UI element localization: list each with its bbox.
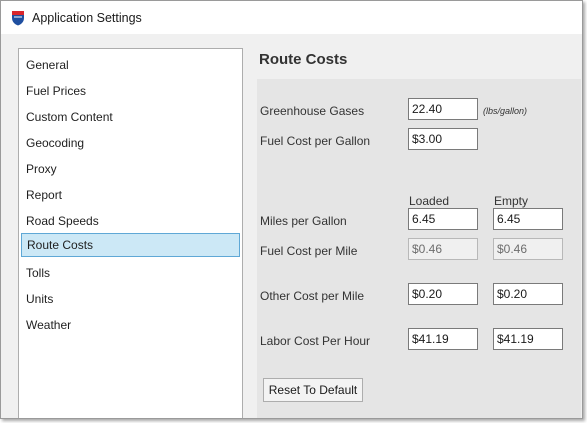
miles-per-gallon-label: Miles per Gallon <box>260 214 347 228</box>
loaded-column-header: Loaded <box>409 194 450 208</box>
labor-cost-loaded-input[interactable] <box>408 328 478 350</box>
empty-column-header: Empty <box>494 194 529 208</box>
settings-nav-list[interactable]: General Fuel Prices Custom Content Geoco… <box>18 48 243 418</box>
fuel-cost-gallon-label: Fuel Cost per Gallon <box>260 134 371 148</box>
greenhouse-gases-label: Greenhouse Gases <box>260 104 365 118</box>
fuel-cost-mile-label: Fuel Cost per Mile <box>260 244 358 258</box>
nav-item-units[interactable]: Units <box>21 287 240 311</box>
nav-item-general[interactable]: General <box>21 53 240 77</box>
panel-title: Route Costs <box>259 51 348 68</box>
fuel-cost-mile-empty-field <box>493 238 563 260</box>
mpg-empty-input[interactable] <box>493 208 563 230</box>
settings-window: Application Settings General Fuel Prices… <box>0 0 583 419</box>
other-cost-mile-label: Other Cost per Mile <box>260 289 365 303</box>
nav-item-fuel-prices[interactable]: Fuel Prices <box>21 79 240 103</box>
nav-item-weather[interactable]: Weather <box>21 313 240 337</box>
fuel-cost-mile-loaded-field <box>408 238 478 260</box>
window-title: Application Settings <box>32 10 142 25</box>
greenhouse-unit-label: (lbs/gallon) <box>483 106 528 116</box>
nav-item-tolls[interactable]: Tolls <box>21 261 240 285</box>
labor-cost-empty-input[interactable] <box>493 328 563 350</box>
nav-item-road-speeds[interactable]: Road Speeds <box>21 209 240 233</box>
greenhouse-gases-input[interactable] <box>408 98 478 120</box>
nav-item-custom-content[interactable]: Custom Content <box>21 105 240 129</box>
other-cost-loaded-input[interactable] <box>408 283 478 305</box>
nav-item-geocoding[interactable]: Geocoding <box>21 131 240 155</box>
fuel-cost-gallon-input[interactable] <box>408 128 478 150</box>
shield-app-icon <box>12 10 24 25</box>
nav-item-proxy[interactable]: Proxy <box>21 157 240 181</box>
title-bar: Application Settings <box>1 1 582 34</box>
reset-to-default-button[interactable]: Reset To Default <box>263 378 363 402</box>
nav-item-route-costs[interactable]: Route Costs <box>21 233 240 257</box>
nav-item-report[interactable]: Report <box>21 183 240 207</box>
labor-cost-hour-label: Labor Cost Per Hour <box>260 334 371 348</box>
other-cost-empty-input[interactable] <box>493 283 563 305</box>
mpg-loaded-input[interactable] <box>408 208 478 230</box>
